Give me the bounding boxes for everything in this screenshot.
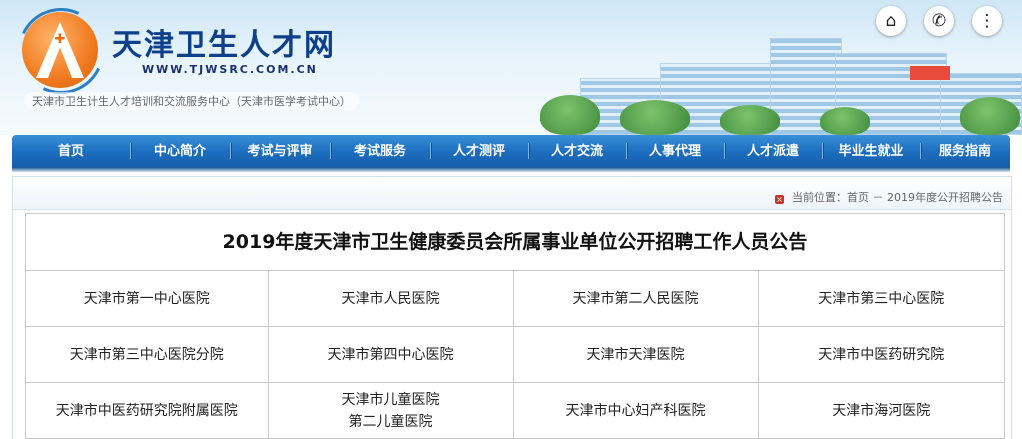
nav-item-exam-review[interactable]: 考试与评审: [230, 135, 330, 167]
hospital-cell[interactable]: 天津市第三中心医院: [758, 271, 1004, 327]
sitemap-icon[interactable]: ⋮: [972, 6, 1002, 36]
nav-item-service-guide[interactable]: 服务指南: [920, 135, 1010, 167]
table-row: 天津市第三中心医院分院 天津市第四中心医院 天津市天津医院 天津市中医药研究院: [26, 326, 1005, 383]
announcement-table: 2019年度天津市卫生健康委员会所属事业单位公开招聘工作人员公告 天津市第一中心…: [25, 213, 1005, 439]
site-header: ✚ 天津卫生人才网 WWW.TJWSRC.COM.CN 天津市卫生计生人才培训和…: [0, 0, 1022, 135]
site-subtitle: 天津市卫生计生人才培训和交流服务中心（天津市医学考试中心）: [24, 92, 359, 110]
hospital-link[interactable]: 天津市第二人民医院: [514, 288, 758, 310]
hospital-grid: 天津市第一中心医院 天津市人民医院 天津市第二人民医院 天津市第三中心医院 天津市第三中…: [26, 271, 1004, 439]
site-url: WWW.TJWSRC.COM.CN: [142, 63, 318, 76]
hospital-link[interactable]: 天津市中医药研究院: [759, 344, 1005, 366]
table-row: 天津市第一中心医院 天津市人民医院 天津市第二人民医院 天津市第三中心医院: [26, 271, 1004, 327]
nav-item-graduate-employment[interactable]: 毕业生就业: [822, 135, 920, 167]
home-icon[interactable]: ⌂: [876, 6, 906, 36]
hospital-cell[interactable]: 天津市第二人民医院: [513, 271, 759, 327]
nav-item-talent-assessment[interactable]: 人才测评: [430, 135, 528, 167]
hospital-cell[interactable]: 天津市中医药研究院附属医院: [26, 382, 269, 439]
hospital-link[interactable]: 天津市天津医院: [514, 344, 758, 366]
hospital-link[interactable]: 天津市第三中心医院分院: [26, 344, 268, 366]
hospital-cell[interactable]: 天津市第一中心医院: [26, 271, 269, 327]
main-content: × 当前位置：首页 － 2019年度公开招聘公告 2019年度天津市卫生健康委员会…: [12, 176, 1012, 439]
main-nav: 首页 中心简介 考试与评审 考试服务 人才测评 人才交流 人事代理 人才派遣 毕…: [12, 135, 1010, 167]
hospital-cell[interactable]: 天津市人民医院: [268, 271, 514, 327]
breadcrumb-text[interactable]: 当前位置：首页 － 2019年度公开招聘公告: [792, 191, 1003, 204]
phone-icon[interactable]: ✆: [924, 6, 954, 36]
nav-item-talent-dispatch[interactable]: 人才派遣: [724, 135, 822, 167]
logo-ring: [5, 0, 117, 107]
nav-item-exam-service[interactable]: 考试服务: [330, 135, 430, 167]
hospital-link[interactable]: 天津市第三中心医院: [759, 288, 1005, 310]
breadcrumb-bar: × 当前位置：首页 － 2019年度公开招聘公告: [13, 177, 1011, 210]
hospital-link[interactable]: 天津市中心妇产科医院: [514, 400, 758, 422]
breadcrumb: × 当前位置：首页 － 2019年度公开招聘公告: [775, 189, 1003, 205]
hospital-cell[interactable]: 天津市天津医院: [513, 326, 759, 383]
site-title: 天津卫生人才网: [112, 28, 336, 63]
hospital-link[interactable]: 天津市第一中心医院: [26, 288, 268, 310]
nav-item-personnel-agency[interactable]: 人事代理: [626, 135, 724, 167]
hospital-cell[interactable]: 天津市中医药研究院: [758, 326, 1005, 383]
nav-item-about[interactable]: 中心简介: [130, 135, 230, 167]
hospital-link[interactable]: 天津市中医药研究院附属医院: [26, 400, 268, 422]
hospital-cell[interactable]: 天津市第四中心医院: [268, 326, 514, 383]
nav-item-talent-exchange[interactable]: 人才交流: [528, 135, 626, 167]
hospital-link[interactable]: 天津市海河医院: [759, 400, 1005, 422]
hospital-buildings-illustration: [520, 30, 1022, 135]
hospital-link[interactable]: 天津市儿童医院: [269, 389, 513, 411]
nav-item-home[interactable]: 首页: [12, 135, 130, 167]
hospital-link[interactable]: 第二儿童医院: [269, 411, 513, 433]
hospital-link[interactable]: 天津市人民医院: [269, 288, 513, 310]
nav-shadow: [12, 167, 1010, 172]
location-icon: ×: [775, 195, 784, 204]
hospital-cell[interactable]: 天津市中心妇产科医院: [513, 382, 759, 439]
hospital-cell[interactable]: 天津市儿童医院 第二儿童医院: [268, 382, 514, 439]
hospital-link[interactable]: 天津市第四中心医院: [269, 344, 513, 366]
announcement-title: 2019年度天津市卫生健康委员会所属事业单位公开招聘工作人员公告: [26, 214, 1004, 271]
hospital-cell[interactable]: 天津市海河医院: [758, 382, 1005, 439]
top-shortcut-buttons: ⌂ ✆ ⋮: [858, 6, 1002, 36]
table-row: 天津市中医药研究院附属医院 天津市儿童医院 第二儿童医院 天津市中心妇产科医院 天津市海…: [26, 382, 1005, 439]
hospital-cell[interactable]: 天津市第三中心医院分院: [26, 326, 269, 383]
